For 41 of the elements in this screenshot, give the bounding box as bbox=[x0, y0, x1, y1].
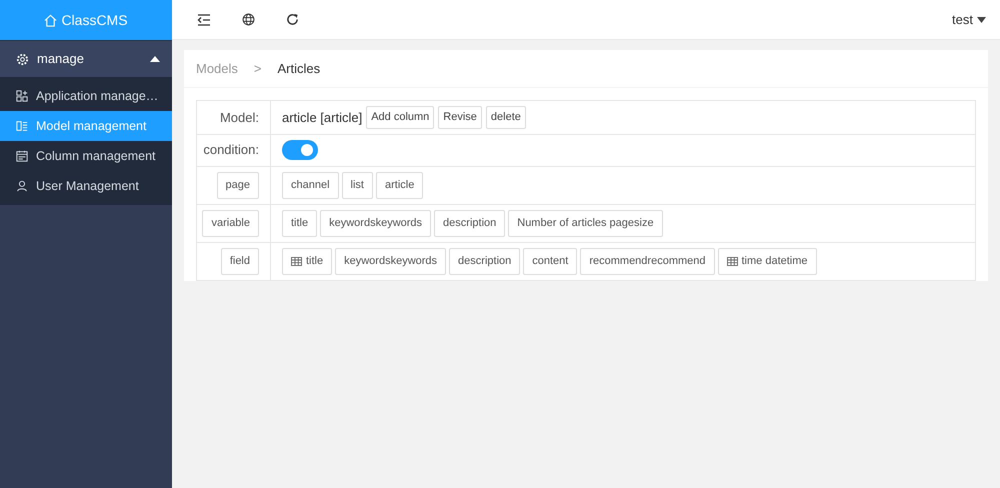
tag-button[interactable]: keywordskeywords bbox=[335, 248, 446, 276]
field-label: Model: bbox=[220, 108, 259, 126]
model-action-button[interactable]: Revise bbox=[438, 106, 482, 128]
calendar-icon bbox=[16, 150, 28, 162]
tag-button[interactable]: recommendrecommend bbox=[580, 248, 714, 276]
row-label-button[interactable]: variable bbox=[202, 210, 259, 237]
columns-icon bbox=[16, 120, 28, 132]
tag-button[interactable]: channel bbox=[282, 172, 339, 199]
user-icon bbox=[16, 180, 28, 192]
sidebar-item[interactable]: User Management bbox=[0, 171, 172, 201]
table-icon bbox=[726, 256, 738, 266]
model-name: article [article] bbox=[282, 108, 362, 127]
tag-button[interactable]: description bbox=[434, 210, 506, 237]
tag-button[interactable]: time datetime bbox=[718, 248, 817, 276]
field-label: condition: bbox=[203, 141, 259, 160]
logo-text: ClassCMS bbox=[61, 10, 128, 30]
row-label-button[interactable]: page bbox=[216, 172, 259, 199]
model-action-button[interactable]: delete bbox=[486, 106, 526, 128]
gear-icon bbox=[16, 52, 29, 66]
tag-button[interactable]: list bbox=[342, 172, 373, 199]
row-label-button[interactable]: field bbox=[220, 248, 259, 276]
tag-button[interactable]: keywordskeywords bbox=[320, 210, 432, 237]
tag-button[interactable]: title bbox=[282, 248, 332, 276]
user-menu[interactable]: test bbox=[952, 10, 973, 30]
home-icon bbox=[44, 14, 58, 26]
tag-button[interactable]: article bbox=[376, 172, 424, 199]
table-icon bbox=[291, 256, 302, 266]
grid-icon bbox=[16, 90, 28, 102]
tag-button[interactable]: description bbox=[449, 248, 520, 276]
sidebar-item[interactable]: Application manage… bbox=[0, 81, 172, 111]
tag-button[interactable]: Number of articles pagesize bbox=[508, 210, 663, 237]
breadcrumb-separator: > bbox=[254, 60, 262, 78]
tag-button[interactable]: title bbox=[282, 210, 318, 237]
caret-icon[interactable] bbox=[977, 16, 986, 22]
model-action-button[interactable]: Add column bbox=[366, 106, 434, 128]
menu-group[interactable]: manage bbox=[0, 40, 172, 77]
toggle-switch[interactable] bbox=[282, 140, 318, 160]
sidebar-item[interactable]: Column management bbox=[0, 141, 172, 171]
breadcrumb-current: Articles bbox=[278, 60, 320, 78]
tag-button[interactable]: content bbox=[523, 248, 578, 276]
caret-icon bbox=[150, 56, 160, 62]
